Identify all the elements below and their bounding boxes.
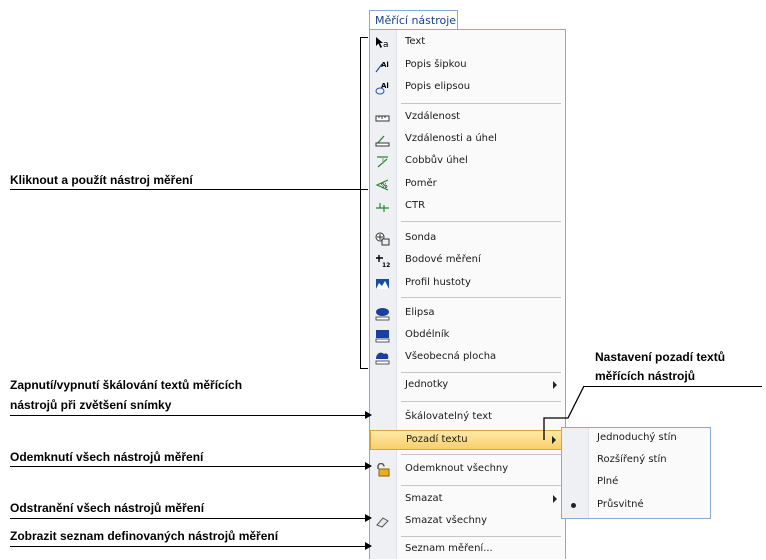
- arrowhead-icon: [365, 462, 372, 470]
- menu-item-measurement-list[interactable]: Seznam měření...: [370, 540, 565, 560]
- density-profile-icon: [375, 277, 390, 291]
- menu-item-probe[interactable]: Sonda: [370, 229, 565, 249]
- menu-separator: [401, 536, 561, 537]
- callout-line: [543, 385, 585, 440]
- arrowhead-icon: [365, 542, 372, 550]
- svg-text:%: %: [381, 182, 388, 190]
- tab-label: Měřící nástroje: [375, 14, 457, 27]
- menu-item-cobb-angle[interactable]: Cobbův úhel: [370, 152, 565, 172]
- unlock-icon: [375, 463, 390, 477]
- probe-icon: [375, 232, 390, 246]
- menu-item-rectangle[interactable]: Obdélník: [370, 326, 565, 346]
- annotation-list: Zobrazit seznam definovaných nástrojů mě…: [10, 529, 279, 543]
- menu-separator: [401, 103, 561, 104]
- submenu-item-transparent[interactable]: Průsvitné: [562, 496, 710, 516]
- bracket-line: [360, 37, 361, 369]
- text-tool-icon: a: [375, 36, 390, 50]
- menu-separator: [401, 372, 561, 373]
- annotation-background-line2: měřících nástrojů: [595, 369, 696, 383]
- annotation-underline: [10, 189, 368, 190]
- annotation-delete: Odstranění všech nástrojů měření: [10, 501, 205, 515]
- menu-item-ellipse-label[interactable]: Al Popis elipsou: [370, 78, 565, 98]
- bracket-top: [360, 37, 368, 38]
- tab-measuring-tools[interactable]: Měřící nástroje: [369, 10, 458, 30]
- freehand-area-icon: [375, 351, 390, 365]
- eraser-icon: [375, 515, 390, 529]
- annotation-underline: [10, 546, 365, 547]
- menu-item-arrow-label[interactable]: Al Popis šipkou: [370, 56, 565, 76]
- point-measure-icon: 12: [375, 254, 390, 268]
- cobb-angle-icon: [375, 155, 390, 169]
- menu-item-density-profile[interactable]: Profil hustoty: [370, 274, 565, 294]
- annotation-scaling-line1: Zapnutí/vypnutí škálování textů měřících: [10, 378, 243, 392]
- menu-item-unlock-all[interactable]: Odemknout všechny: [370, 460, 565, 480]
- annotation-click-use: Kliknout a použít nástroj měření: [10, 173, 193, 187]
- arrowhead-icon: [365, 411, 372, 419]
- menu-separator: [401, 401, 561, 402]
- annotation-unlock: Odemknutí všech nástrojů měření: [10, 450, 204, 464]
- menu-item-freehand-area[interactable]: Všeobecná plocha: [370, 348, 565, 368]
- menu-separator: [401, 485, 561, 486]
- menu-item-text[interactable]: a Text: [370, 33, 565, 53]
- arrow-label-icon: Al: [375, 59, 390, 73]
- ratio-icon: %: [375, 178, 390, 192]
- menu-separator: [401, 297, 561, 298]
- svg-text:a: a: [383, 40, 389, 50]
- ctr-icon: [375, 200, 390, 214]
- annotation-underline: [10, 518, 365, 519]
- ruler-icon: [375, 111, 390, 125]
- menu-item-ellipse[interactable]: Elipsa: [370, 304, 565, 324]
- menu-item-ctr[interactable]: CTR: [370, 197, 565, 217]
- arrowhead-icon: [365, 514, 372, 522]
- submenu-item-extended-shadow[interactable]: Rozšířený stín: [562, 451, 710, 471]
- annotation-underline: [10, 415, 365, 416]
- menu-item-distance[interactable]: Vzdálenost: [370, 108, 565, 128]
- measuring-tools-menu: a Text Al Popis šipkou Al Popis elipsou …: [369, 29, 566, 559]
- menu-item-ratio[interactable]: % Poměr: [370, 175, 565, 195]
- svg-text:Al: Al: [381, 61, 389, 69]
- annotation-background-line1: Nastavení pozadí textů: [595, 350, 726, 364]
- submenu-arrow-icon: [553, 495, 557, 503]
- menu-item-delete[interactable]: Smazat: [370, 490, 565, 510]
- svg-text:12: 12: [382, 262, 390, 268]
- ellipse-icon: [375, 307, 390, 321]
- radio-selected-icon: [571, 503, 576, 508]
- menu-separator: [401, 221, 561, 222]
- annotation-underline: [10, 466, 365, 467]
- menu-separator: [401, 454, 561, 455]
- menu-item-delete-all[interactable]: Smazat všechny: [370, 512, 565, 532]
- ellipse-label-icon: Al: [375, 81, 390, 95]
- menu-item-text-background[interactable]: Pozadí textu: [370, 430, 565, 450]
- rectangle-icon: [375, 329, 390, 343]
- annotation-underline: [584, 386, 762, 387]
- menu-item-units[interactable]: Jednotky: [370, 376, 565, 396]
- menu-item-scalable-text[interactable]: Škálovatelný text: [370, 408, 565, 428]
- svg-text:Al: Al: [381, 82, 389, 90]
- menu-item-distance-angle[interactable]: Vzdálenosti a úhel: [370, 130, 565, 150]
- menu-item-point-measure[interactable]: 12 Bodové měření: [370, 251, 565, 271]
- submenu-item-solid[interactable]: Plné: [562, 473, 710, 493]
- distance-angle-icon: [375, 133, 390, 147]
- bracket-bottom: [360, 368, 368, 369]
- annotation-scaling-line2: nástrojů při zvětšení snímky: [10, 398, 172, 412]
